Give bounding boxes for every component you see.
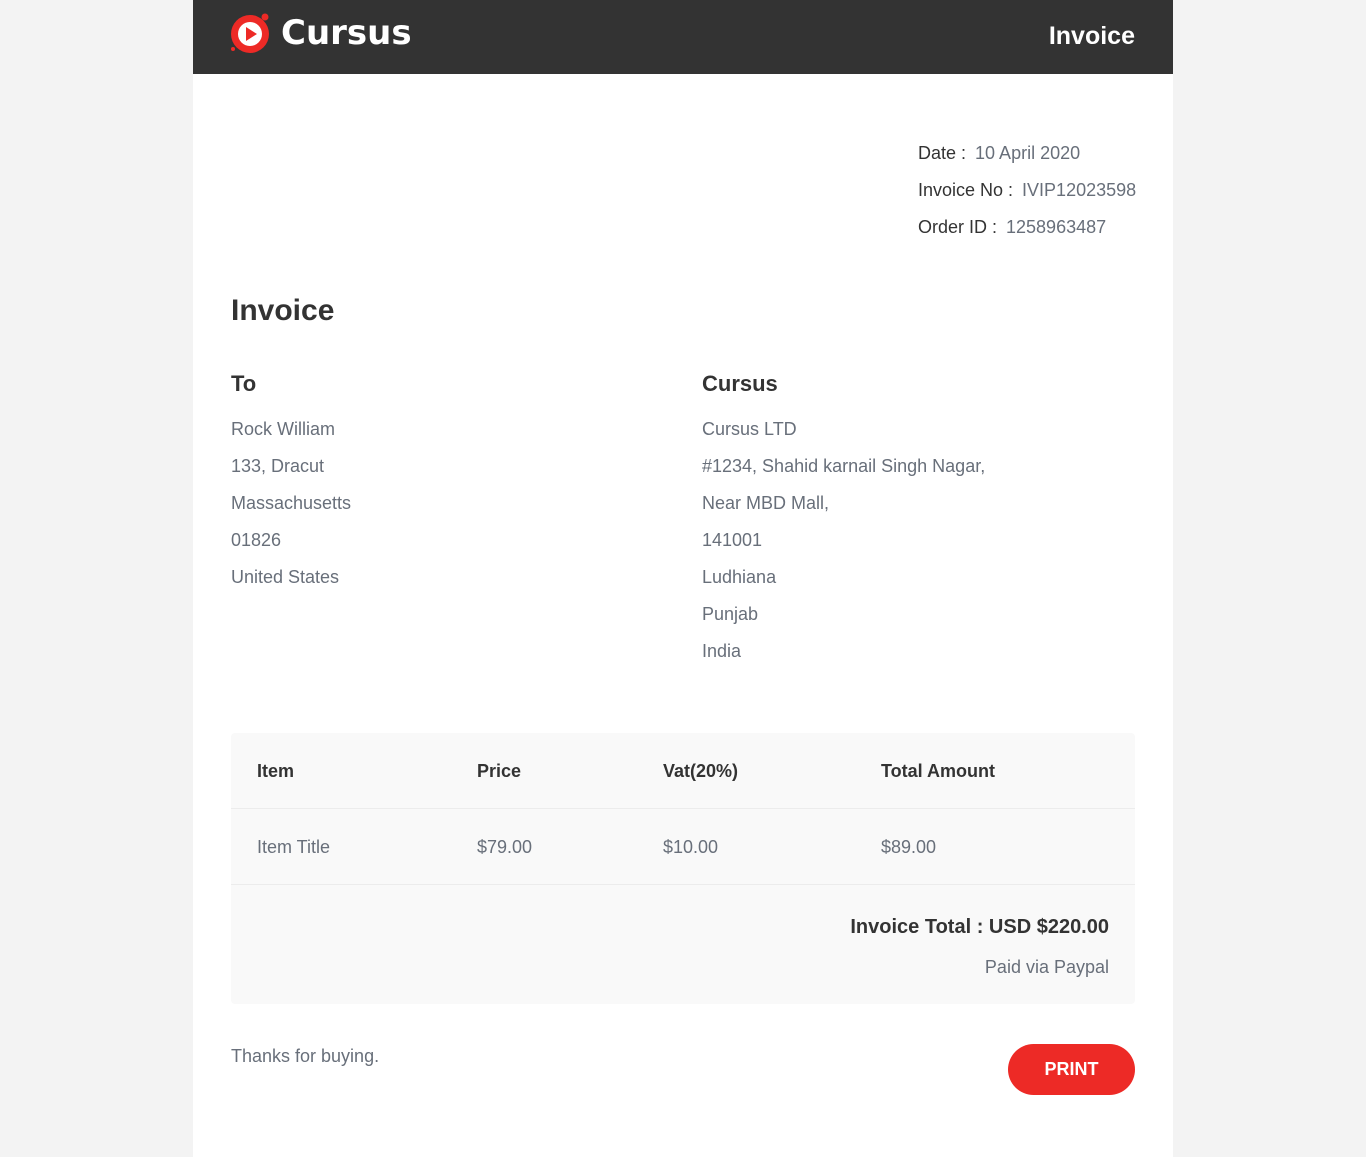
- to-address-line: Rock William: [231, 419, 336, 439]
- from-address-line: #1234, Shahid karnail Singh Nagar,: [702, 456, 986, 476]
- play-circle-icon: [229, 11, 273, 55]
- table-row: Item Title $79.00 $10.00 $89.00: [231, 809, 1135, 885]
- header-bar: Cursus Invoice: [193, 0, 1173, 74]
- column-header-item: Item: [257, 761, 295, 781]
- date-value: 10 April 2020: [975, 143, 1081, 163]
- from-title: Cursus: [702, 371, 778, 396]
- cell-price: $79.00: [477, 837, 533, 857]
- billing-from: Cursus Cursus LTD #1234, Shahid karnail …: [702, 368, 985, 676]
- payment-method: Paid via Paypal: [984, 957, 1109, 977]
- meta-invoice-no: Invoice No : IVIP12023598: [918, 178, 1136, 215]
- from-address-line: Near MBD Mall,: [702, 493, 830, 513]
- date-label: Date :: [918, 143, 967, 163]
- from-address-line: India: [702, 641, 742, 661]
- header-title: Invoice: [1048, 22, 1135, 50]
- from-address-line: 141001: [702, 530, 763, 550]
- invoice-meta: Date : 10 April 2020 Invoice No : IVIP1202…: [918, 141, 1136, 252]
- order-id-value: 1258963487: [1006, 217, 1107, 237]
- column-header-price: Price: [477, 761, 522, 781]
- billing-to: To Rock William 133, Dracut Massachusett…: [231, 368, 351, 602]
- from-address-line: Cursus LTD: [702, 419, 797, 439]
- to-address-line: Massachusetts: [231, 493, 352, 513]
- to-address-line: 133, Dracut: [231, 456, 325, 476]
- meta-order-id: Order ID : 1258963487: [918, 215, 1136, 252]
- invoice-table: Item Price Vat(20%) Total Amount Item Ti…: [231, 733, 1135, 1004]
- order-id-label: Order ID :: [918, 217, 998, 237]
- print-button[interactable]: PRINT: [1008, 1044, 1135, 1095]
- cell-item: Item Title: [257, 837, 331, 857]
- to-address-line: United States: [231, 567, 340, 587]
- from-address-line: Ludhiana: [702, 567, 777, 587]
- to-title: To: [231, 371, 257, 396]
- cell-vat: $10.00: [663, 837, 719, 857]
- table-header-row: Item Price Vat(20%) Total Amount: [231, 733, 1135, 809]
- invoice-total: Invoice Total : USD $220.00: [850, 916, 1109, 938]
- from-address-line: Punjab: [702, 604, 759, 624]
- brand-name: Cursus: [281, 13, 412, 53]
- brand-logo[interactable]: Cursus: [229, 11, 412, 55]
- thanks-message: Thanks for buying.: [231, 1046, 380, 1066]
- meta-date: Date : 10 April 2020: [918, 141, 1136, 178]
- page-title: Invoice: [231, 294, 335, 327]
- column-header-vat: Vat(20%): [663, 761, 739, 781]
- cell-total: $89.00: [881, 837, 937, 857]
- invoice-no-value: IVIP12023598: [1022, 180, 1137, 200]
- invoice-no-label: Invoice No :: [918, 180, 1014, 200]
- invoice-page: Cursus Invoice Date : 10 April 2020 Invoi…: [193, 0, 1173, 1157]
- to-address-line: 01826: [231, 530, 282, 550]
- column-header-total: Total Amount: [881, 761, 995, 781]
